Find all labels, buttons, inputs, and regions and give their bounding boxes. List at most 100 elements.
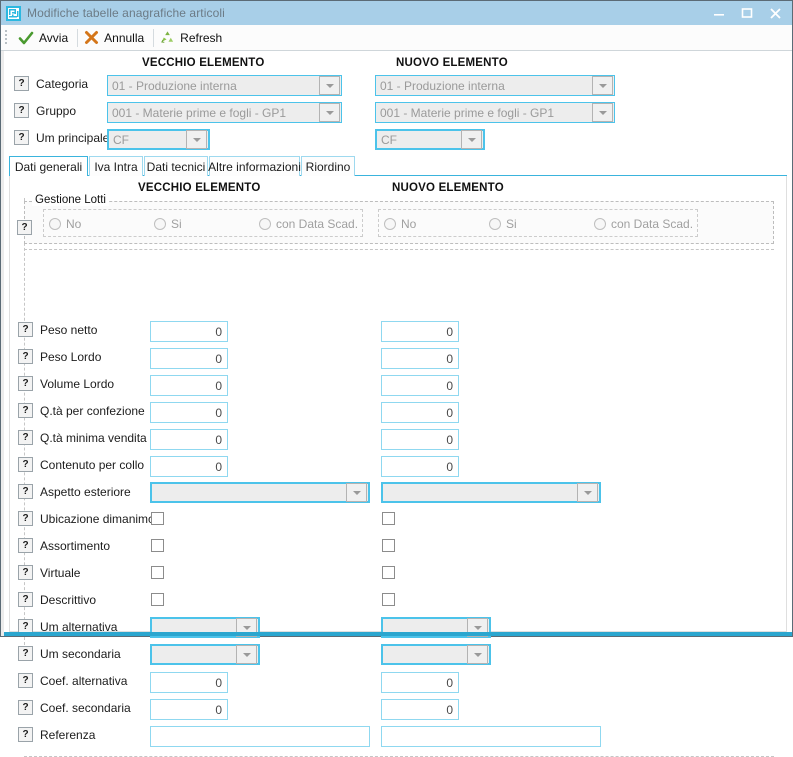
- um-principale-old-combo[interactable]: CF: [107, 129, 210, 150]
- chevron-down-icon[interactable]: [319, 103, 340, 122]
- chevron-down-icon[interactable]: [186, 130, 207, 149]
- volume-lordo-old-input[interactable]: 0: [150, 375, 228, 396]
- lotti-new-radio-si[interactable]: Si: [489, 217, 517, 231]
- lotti-new-radio-data[interactable]: con Data Scad.: [594, 217, 693, 231]
- label-referenza: Referenza: [40, 727, 96, 742]
- aspetto-esteriore-old-combo[interactable]: [150, 482, 370, 503]
- coef-alternativa-new-input[interactable]: 0: [381, 672, 459, 693]
- help-icon-um-secondaria[interactable]: ?: [18, 646, 33, 661]
- peso-lordo-old-input[interactable]: 0: [150, 348, 228, 369]
- radio-icon: [489, 218, 501, 230]
- coef-alternativa-old-input[interactable]: 0: [150, 672, 228, 693]
- help-icon-ubicazione-dinamica[interactable]: ?: [18, 511, 33, 526]
- ubicazione-dinamica-old-checkbox[interactable]: [151, 512, 164, 525]
- volume-lordo-new-input[interactable]: 0: [381, 375, 459, 396]
- contenuto-per-collo-new-value: 0: [446, 459, 453, 474]
- help-icon-descrittivo[interactable]: ?: [18, 592, 33, 607]
- lotti-new-radio-no[interactable]: No: [384, 217, 416, 231]
- gruppo-old-combo[interactable]: 001 - Materie prime e fogli - GP1: [107, 102, 342, 123]
- tab-iva-intra[interactable]: Iva Intra: [89, 156, 143, 176]
- qta-minima-vendita-old-value: 0: [215, 432, 222, 447]
- qta-minima-vendita-old-input[interactable]: 0: [150, 429, 228, 450]
- chevron-down-icon[interactable]: [592, 103, 613, 122]
- refresh-button[interactable]: Refresh: [155, 26, 230, 50]
- avvia-button[interactable]: Avvia: [13, 26, 76, 50]
- help-icon-peso-netto[interactable]: ?: [18, 322, 33, 337]
- field-referenza: ? Referenza: [18, 727, 95, 742]
- chevron-down-icon[interactable]: [467, 645, 488, 664]
- help-icon-coef-alternativa[interactable]: ?: [18, 673, 33, 688]
- label-gruppo: Gruppo: [36, 103, 77, 118]
- ubicazione-dinamica-new-checkbox[interactable]: [382, 512, 395, 525]
- chevron-down-icon[interactable]: [346, 483, 367, 502]
- coef-secondaria-new-input[interactable]: 0: [381, 699, 459, 720]
- lotti-old-radio-si[interactable]: Si: [154, 217, 182, 231]
- aspetto-esteriore-new-combo[interactable]: [381, 482, 601, 503]
- qta-per-confezione-old-input[interactable]: 0: [150, 402, 228, 423]
- radio-icon: [384, 218, 396, 230]
- window-title: Modifiche tabelle anagrafiche articoli: [27, 6, 225, 20]
- peso-lordo-new-input[interactable]: 0: [381, 348, 459, 369]
- chevron-down-icon[interactable]: [577, 483, 598, 502]
- help-icon-contenuto-per-collo[interactable]: ?: [18, 457, 33, 472]
- qta-minima-vendita-new-input[interactable]: 0: [381, 429, 459, 450]
- minimize-icon[interactable]: [706, 2, 732, 24]
- referenza-old-input[interactable]: [150, 726, 370, 747]
- help-icon-um-principale[interactable]: ?: [14, 130, 29, 145]
- gruppo-old-value: 001 - Materie prime e fogli - GP1: [112, 105, 287, 120]
- lotti-old-radio-no[interactable]: No: [49, 217, 81, 231]
- help-icon-coef-secondaria[interactable]: ?: [18, 700, 33, 715]
- um-principale-new-combo[interactable]: CF: [375, 129, 485, 150]
- lotti-old-radio-group: No Si con Data Scad.: [43, 209, 363, 237]
- app-maze-icon: [6, 5, 21, 21]
- chevron-down-icon[interactable]: [236, 645, 257, 664]
- descrittivo-new-checkbox[interactable]: [382, 593, 395, 606]
- help-icon-assortimento[interactable]: ?: [18, 538, 33, 553]
- um-secondaria-new-combo[interactable]: [381, 644, 491, 665]
- contenuto-per-collo-new-input[interactable]: 0: [381, 456, 459, 477]
- close-icon[interactable]: [762, 2, 788, 24]
- help-icon-categoria[interactable]: ?: [14, 76, 29, 91]
- lotti-old-radio-data[interactable]: con Data Scad.: [259, 217, 358, 231]
- virtuale-new-checkbox[interactable]: [382, 566, 395, 579]
- help-icon-volume-lordo[interactable]: ?: [18, 376, 33, 391]
- help-icon-gruppo[interactable]: ?: [14, 103, 29, 118]
- peso-netto-new-input[interactable]: 0: [381, 321, 459, 342]
- coef-secondaria-old-input[interactable]: 0: [150, 699, 228, 720]
- gruppo-new-combo[interactable]: 001 - Materie prime e fogli - GP1: [375, 102, 615, 123]
- qta-per-confezione-new-input[interactable]: 0: [381, 402, 459, 423]
- toolbar-grip-icon[interactable]: [4, 29, 11, 47]
- chevron-down-icon[interactable]: [592, 76, 613, 95]
- help-icon-virtuale[interactable]: ?: [18, 565, 33, 580]
- header-old-panel: VECCHIO ELEMENTO: [138, 182, 261, 194]
- field-qta-minima-vendita: ? Q.tà minima vendita: [18, 430, 147, 445]
- section-divider: [24, 249, 774, 250]
- um-secondaria-old-combo[interactable]: [150, 644, 260, 665]
- chevron-down-icon[interactable]: [319, 76, 340, 95]
- assortimento-old-checkbox[interactable]: [151, 539, 164, 552]
- field-virtuale: ? Virtuale: [18, 565, 80, 580]
- maximize-icon[interactable]: [734, 2, 760, 24]
- categoria-old-combo[interactable]: 01 - Produzione interna: [107, 75, 342, 96]
- tab-riordino[interactable]: Riordino: [301, 156, 355, 176]
- contenuto-per-collo-old-input[interactable]: 0: [150, 456, 228, 477]
- referenza-new-input[interactable]: [381, 726, 601, 747]
- tab-dati-generali[interactable]: Dati generali: [9, 156, 88, 177]
- assortimento-new-checkbox[interactable]: [382, 539, 395, 552]
- help-icon-referenza[interactable]: ?: [18, 727, 33, 742]
- field-aspetto-esteriore: ? Aspetto esteriore: [18, 484, 131, 499]
- annulla-button[interactable]: Annulla: [79, 26, 152, 50]
- peso-netto-old-input[interactable]: 0: [150, 321, 228, 342]
- help-icon-qta-per-confezione[interactable]: ?: [18, 403, 33, 418]
- help-icon-aspetto-esteriore[interactable]: ?: [18, 484, 33, 499]
- chevron-down-icon[interactable]: [461, 130, 482, 149]
- help-icon-peso-lordo[interactable]: ?: [18, 349, 33, 364]
- categoria-new-combo[interactable]: 01 - Produzione interna: [375, 75, 615, 96]
- help-icon-qta-minima-vendita[interactable]: ?: [18, 430, 33, 445]
- virtuale-old-checkbox[interactable]: [151, 566, 164, 579]
- radio-label: Si: [171, 217, 182, 231]
- help-icon-gestione-lotti[interactable]: ?: [17, 220, 32, 235]
- tab-altre-informazioni[interactable]: Altre informazioni: [208, 156, 301, 176]
- descrittivo-old-checkbox[interactable]: [151, 593, 164, 606]
- tab-dati-tecnici[interactable]: Dati tecnici: [144, 156, 208, 176]
